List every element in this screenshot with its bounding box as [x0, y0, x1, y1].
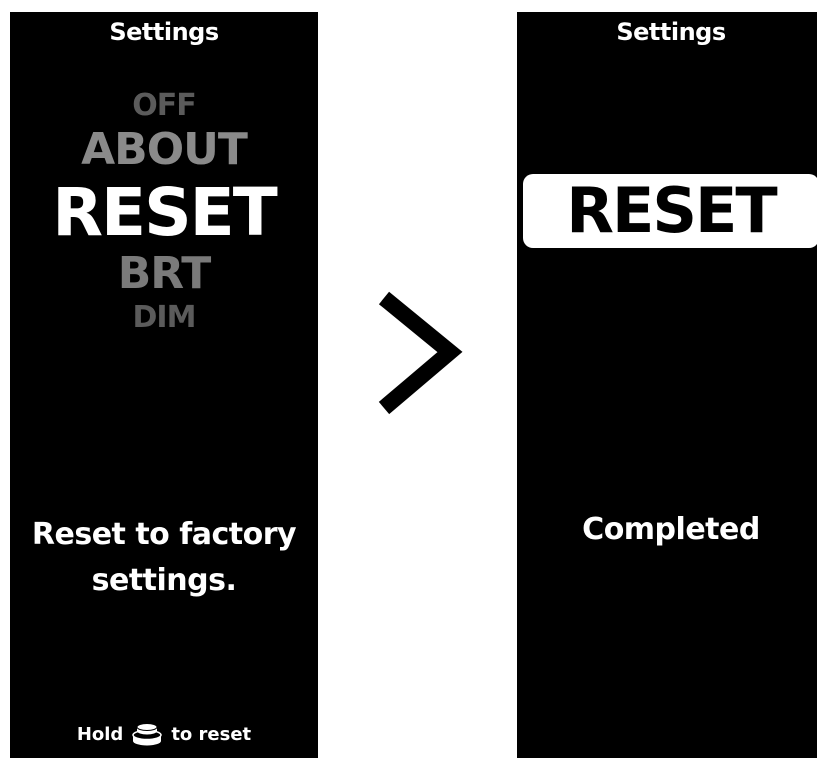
button-icon — [131, 722, 163, 746]
menu-item-reset[interactable]: RESET — [10, 174, 318, 251]
menu-item-dim[interactable]: DIM — [10, 300, 318, 335]
screen-title: Settings — [109, 18, 219, 46]
hint-prefix: Hold — [76, 723, 124, 745]
chevron-right-icon — [370, 290, 470, 420]
menu-item-about[interactable]: ABOUT — [10, 124, 318, 175]
menu-item-brt[interactable]: BRT — [10, 248, 318, 299]
settings-screen-before: Settings OFF ABOUT RESET BRT DIM Reset t… — [10, 12, 318, 758]
hint-suffix: to reset — [171, 723, 252, 745]
hold-to-reset-hint: Hold to reset — [10, 722, 318, 746]
selected-reset-item[interactable]: RESET — [523, 174, 817, 248]
reset-description: Reset to factory settings. — [20, 512, 308, 604]
menu-item-off[interactable]: OFF — [10, 88, 318, 123]
description-line-2: settings. — [91, 563, 237, 598]
comparison-stage: Settings OFF ABOUT RESET BRT DIM Reset t… — [0, 0, 817, 758]
settings-screen-after: Settings RESET Completed — [517, 12, 817, 758]
screen-title: Settings — [616, 18, 726, 46]
reset-status: Completed — [582, 512, 760, 547]
description-line-1: Reset to factory — [31, 517, 297, 552]
